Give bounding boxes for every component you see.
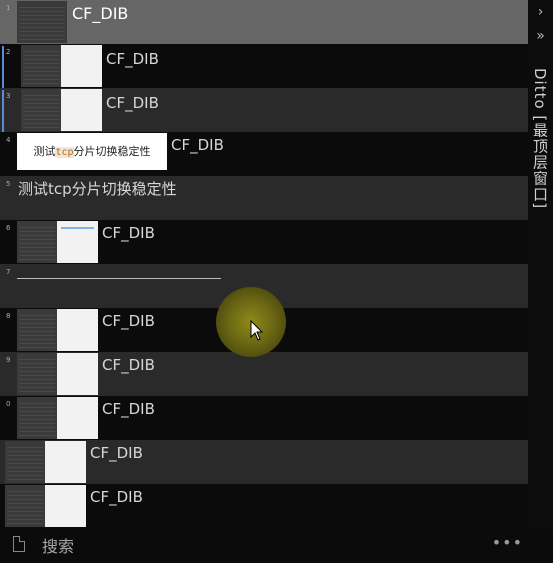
window-title: Ditto [最顶层窗口] bbox=[531, 68, 549, 210]
mouse-pointer-icon bbox=[250, 320, 264, 341]
item-label: CF_DIB bbox=[102, 400, 155, 418]
item-number: 6 bbox=[6, 224, 11, 232]
thumbnail bbox=[17, 221, 98, 263]
list-item[interactable]: 0 CF_DIB bbox=[0, 396, 528, 440]
list-item[interactable]: 3 CF_DIB bbox=[0, 88, 528, 132]
thumbnail bbox=[5, 441, 86, 483]
ditto-window: 1 CF_DIB 2 CF_DIB 3 CF_DIB 4 测试tcp分片切换稳定… bbox=[0, 0, 553, 563]
item-number: 0 bbox=[6, 400, 11, 408]
item-number: 7 bbox=[6, 268, 11, 276]
list-item[interactable]: 4 测试tcp分片切换稳定性 CF_DIB bbox=[0, 132, 528, 176]
clip-list: 1 CF_DIB 2 CF_DIB 3 CF_DIB 4 测试tcp分片切换稳定… bbox=[0, 0, 528, 530]
pin-marker bbox=[2, 46, 4, 88]
list-item[interactable]: 1 CF_DIB bbox=[0, 0, 528, 44]
item-label: CF_DIB bbox=[90, 488, 143, 506]
document-icon bbox=[13, 536, 25, 552]
list-item[interactable]: 6 CF_DIB bbox=[0, 220, 528, 264]
item-number: 5 bbox=[6, 180, 11, 188]
list-item[interactable]: CF_DIB bbox=[0, 484, 528, 528]
thumbnail bbox=[17, 309, 98, 351]
list-item[interactable]: 5 测试tcp分片切换稳定性 bbox=[0, 176, 528, 220]
item-label: CF_DIB bbox=[72, 4, 129, 23]
list-item[interactable]: CF_DIB bbox=[0, 440, 528, 484]
thumbnail bbox=[17, 353, 98, 395]
item-number: 3 bbox=[6, 92, 11, 100]
line-preview bbox=[17, 278, 221, 279]
item-label: CF_DIB bbox=[106, 94, 159, 112]
list-item[interactable]: 2 CF_DIB bbox=[0, 44, 528, 88]
item-label: CF_DIB bbox=[106, 50, 159, 68]
item-number: 8 bbox=[6, 312, 11, 320]
thumbnail bbox=[5, 485, 86, 527]
thumbnail bbox=[21, 45, 102, 87]
thumbnail bbox=[17, 397, 98, 439]
chevron-right-icon[interactable]: › bbox=[528, 4, 553, 20]
search-input[interactable] bbox=[40, 534, 464, 558]
item-label: CF_DIB bbox=[102, 356, 155, 374]
item-number: 4 bbox=[6, 136, 11, 144]
search-bar: ••• bbox=[0, 530, 553, 563]
item-number: 9 bbox=[6, 356, 11, 364]
item-number: 2 bbox=[6, 48, 11, 56]
list-item[interactable]: 9 CF_DIB bbox=[0, 352, 528, 396]
thumbnail bbox=[17, 1, 67, 43]
item-label: CF_DIB bbox=[102, 312, 155, 330]
pin-marker bbox=[2, 90, 4, 132]
item-label: 测试tcp分片切换稳定性 bbox=[18, 180, 177, 198]
text-preview-card: 测试tcp分片切换稳定性 bbox=[17, 133, 167, 170]
item-label: CF_DIB bbox=[171, 136, 224, 154]
title-sidebar: › » Ditto [最顶层窗口] bbox=[528, 0, 553, 530]
item-label: CF_DIB bbox=[90, 444, 143, 462]
more-icon[interactable]: ••• bbox=[492, 533, 523, 552]
item-number: 1 bbox=[6, 4, 11, 12]
double-chevron-icon[interactable]: » bbox=[528, 28, 553, 44]
item-label: CF_DIB bbox=[102, 224, 155, 242]
thumbnail bbox=[21, 89, 102, 131]
